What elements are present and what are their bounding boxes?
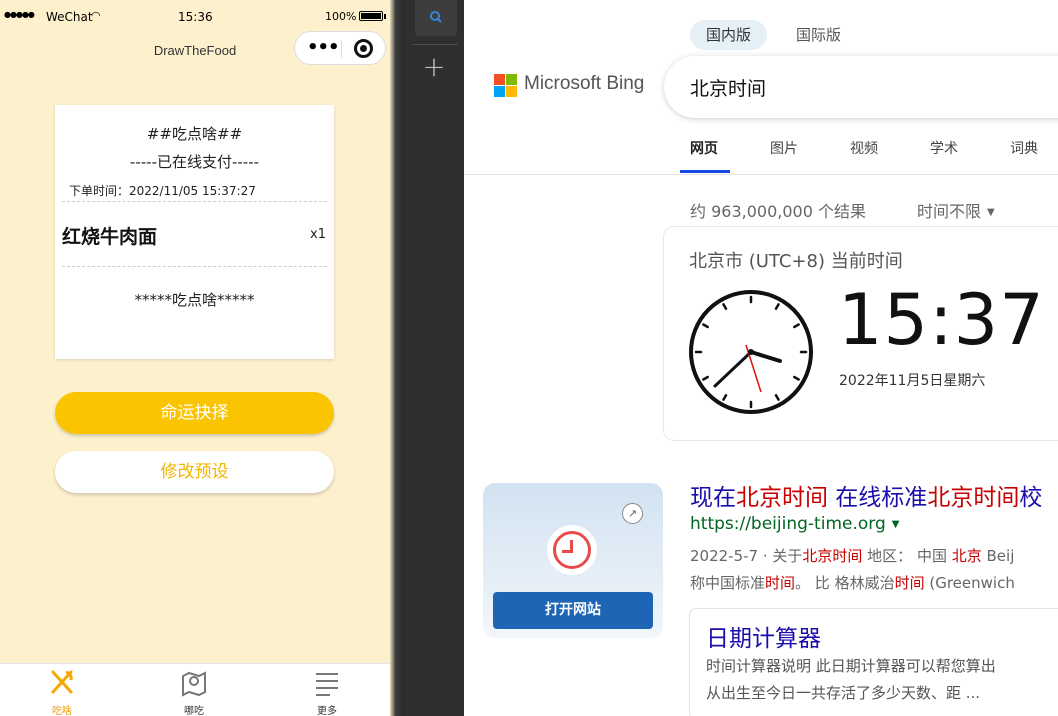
search-box bbox=[664, 56, 1058, 118]
add-icon[interactable]: + bbox=[420, 52, 448, 82]
tab-international[interactable]: 国际版 bbox=[780, 20, 857, 50]
window-divider bbox=[390, 0, 404, 716]
receipt-divider bbox=[62, 266, 327, 267]
analog-clock-icon bbox=[689, 290, 813, 414]
order-receipt: ##吃点啥## -----已在线支付----- 下单时间：2022/11/05 … bbox=[55, 105, 334, 359]
tab-dictionary[interactable]: 词典 bbox=[1010, 138, 1038, 158]
tab-more[interactable]: 更多 bbox=[297, 668, 357, 716]
search-icon bbox=[430, 11, 442, 23]
capsule-divider bbox=[341, 40, 342, 58]
clock-icon bbox=[547, 525, 597, 575]
wifi-icon: ◠ bbox=[91, 9, 101, 22]
sub-result-snippet: 时间计算器说明 此日期计算器可以帮您算出 从出生至今日一共存活了多少天数、距 .… bbox=[706, 653, 996, 707]
result-count: 约 963,000,000 个结果 bbox=[690, 202, 866, 221]
tab-label: 哪吃 bbox=[184, 706, 204, 716]
map-icon bbox=[182, 671, 206, 697]
chevron-down-icon[interactable]: ▼ bbox=[892, 519, 900, 530]
sub-result-title-link[interactable]: 日期计算器 bbox=[706, 619, 821, 653]
receipt-paid-status: -----已在线支付----- bbox=[129, 153, 260, 171]
tab-web[interactable]: 网页 bbox=[690, 138, 718, 158]
receipt-item-qty: x1 bbox=[310, 227, 326, 242]
microsoft-logo-icon bbox=[494, 74, 517, 97]
tab-videos[interactable]: 视频 bbox=[850, 138, 878, 158]
receipt-title: ##吃点啥## bbox=[146, 125, 243, 143]
snippet-line: 时间计算器说明 此日期计算器可以帮您算出 bbox=[706, 657, 996, 675]
tab-academic[interactable]: 学术 bbox=[930, 138, 958, 158]
edit-presets-button[interactable]: 修改预设 bbox=[55, 451, 334, 493]
sidebar-search-button[interactable] bbox=[415, 0, 457, 36]
header-divider bbox=[464, 174, 1058, 175]
clock-city: 北京市 (UTC+8) 当前时间 bbox=[689, 251, 903, 272]
signal-icon: ●●●●● bbox=[4, 10, 35, 19]
url-text: https://beijing-time.org bbox=[690, 514, 886, 534]
status-time: 15:36 bbox=[178, 10, 213, 24]
list-icon bbox=[316, 673, 338, 696]
snippet-line: 称中国标准时间。 比 格林威治时间 (Greenwich bbox=[690, 574, 1015, 592]
open-site-button[interactable]: 打开网站 bbox=[493, 592, 653, 629]
result-snippet: 2022-5-7 · 关于北京时间 地区： 中国 北京 Beij 称中国标准时间… bbox=[690, 543, 1015, 597]
bing-search-page: 国内版 国际版 Microsoft Bing 网页 图片 视频 学术 词典 约 … bbox=[464, 0, 1058, 716]
active-tab-indicator bbox=[680, 170, 730, 173]
battery-percent: 100% bbox=[325, 10, 357, 23]
sub-result-card: 日期计算器 时间计算器说明 此日期计算器可以帮您算出 从出生至今日一共存活了多少… bbox=[690, 609, 1058, 716]
title-part: 在线标准 bbox=[828, 485, 928, 511]
tab-bar: 吃啥 哪吃 更多 bbox=[0, 663, 390, 716]
tab-label: 吃啥 bbox=[52, 706, 72, 716]
wechat-mini-program: ●●●●● WeChat ◠ 15:36 100% DrawTheFood ••… bbox=[0, 0, 394, 716]
result-url[interactable]: https://beijing-time.org ▼ bbox=[690, 514, 899, 534]
title-highlight: 北京时间 bbox=[927, 485, 1020, 511]
snippet-line: 2022-5-7 · 关于北京时间 地区： 中国 北京 Beij bbox=[690, 547, 1015, 565]
decide-button[interactable]: 命运抉择 bbox=[55, 392, 334, 434]
tab-label: 更多 bbox=[317, 706, 337, 716]
more-icon[interactable]: ••• bbox=[307, 37, 340, 58]
sidebar-divider bbox=[412, 44, 458, 45]
tab-domestic[interactable]: 国内版 bbox=[690, 20, 768, 50]
search-input[interactable] bbox=[690, 70, 1050, 104]
menu-capsule: ••• bbox=[294, 31, 386, 65]
receipt-divider bbox=[62, 201, 327, 202]
carrier-label: WeChat bbox=[46, 10, 93, 24]
receipt-item-name: 红烧牛肉面 bbox=[62, 226, 158, 248]
external-link-icon[interactable]: ↗ bbox=[622, 503, 643, 524]
title-part: 现在 bbox=[690, 485, 736, 511]
receipt-order-time: 下单时间：2022/11/05 15:37:27 bbox=[69, 184, 256, 198]
clock-date: 2022年11月5日星期六 bbox=[839, 373, 986, 389]
fork-knife-icon bbox=[51, 670, 73, 694]
result-title-link[interactable]: 现在北京时间 在线标准北京时间校 bbox=[690, 478, 1042, 512]
close-target-icon[interactable] bbox=[354, 39, 373, 58]
tab-where[interactable]: 哪吃 bbox=[164, 668, 224, 716]
screen: ●●●●● WeChat ◠ 15:36 100% DrawTheFood ••… bbox=[0, 0, 1058, 716]
tab-images[interactable]: 图片 bbox=[770, 138, 798, 158]
result-thumbnail[interactable]: ↗ 打开网站 bbox=[483, 483, 663, 638]
tab-eat[interactable]: 吃啥 bbox=[32, 668, 92, 716]
title-part: 校 bbox=[1019, 485, 1043, 511]
time-filter-label: 时间不限 bbox=[917, 202, 982, 221]
receipt-footer: *****吃点啥***** bbox=[134, 291, 255, 309]
battery-icon bbox=[359, 11, 386, 21]
chevron-down-icon: ▼ bbox=[987, 207, 995, 218]
digital-time: 15:37 bbox=[838, 279, 1045, 361]
snippet-line: 从出生至今日一共存活了多少天数、距 ... bbox=[706, 684, 981, 702]
title-highlight: 北京时间 bbox=[736, 485, 828, 511]
browser-sidebar: + bbox=[404, 0, 464, 716]
world-clock-card: 北京市 (UTC+8) 当前时间 15:37 2022年11月5日星期六 bbox=[664, 227, 1058, 440]
status-bar: ●●●●● WeChat ◠ 15:36 100% bbox=[0, 0, 394, 34]
logo-text: Microsoft Bing bbox=[524, 73, 645, 94]
time-filter-dropdown[interactable]: 时间不限 ▼ bbox=[917, 198, 995, 222]
